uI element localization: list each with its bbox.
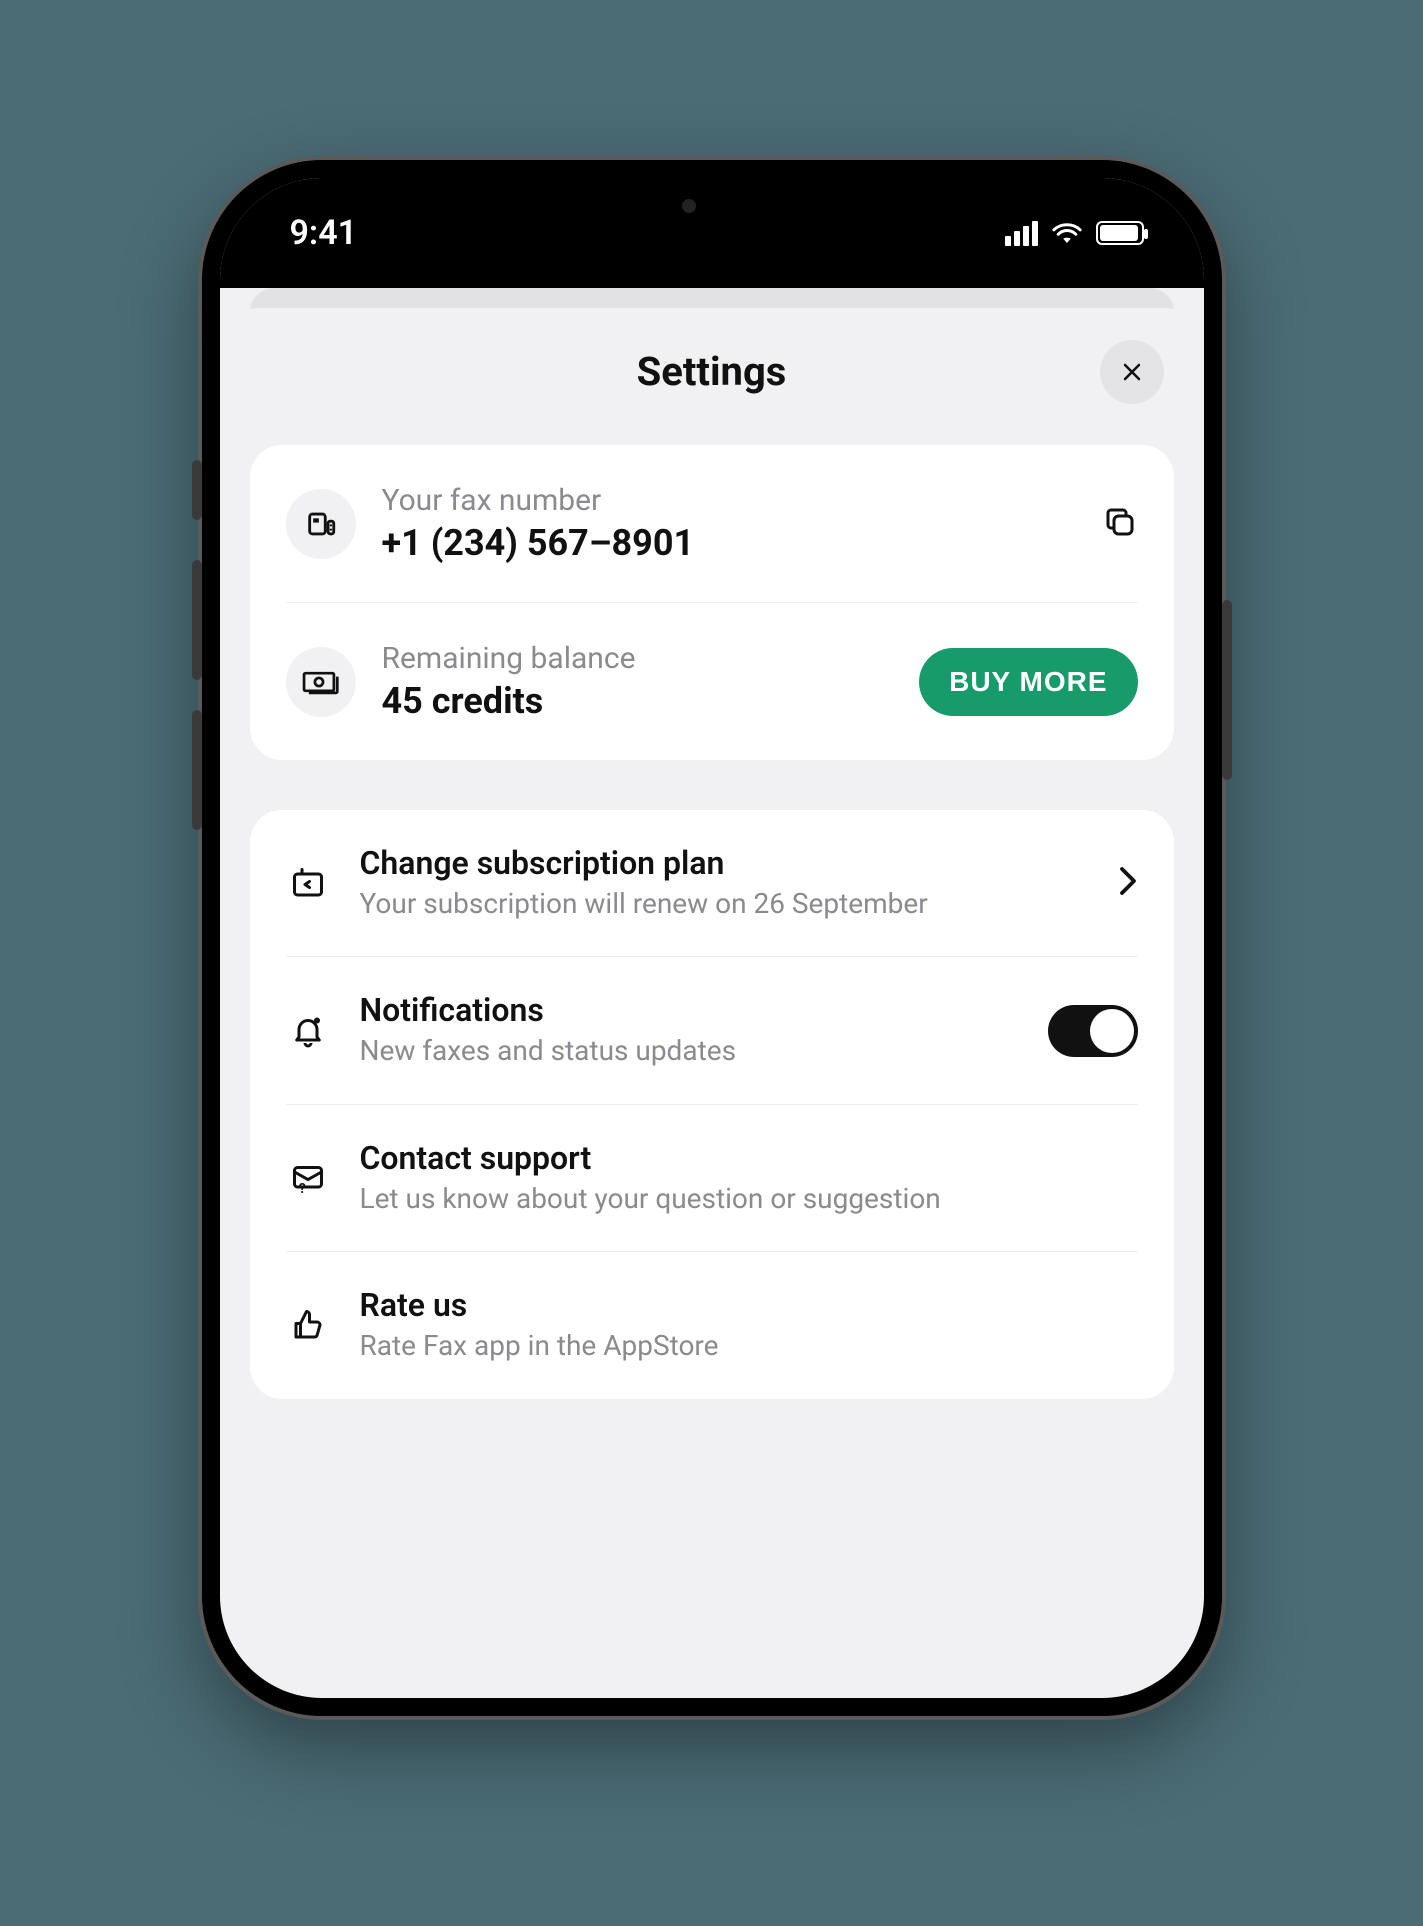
support-row[interactable]: ? Contact support Let us know about your… (286, 1105, 1138, 1252)
phone-frame: 9:41 Settings (202, 160, 1222, 1716)
fax-number-value: +1 (234) 567–8901 (382, 522, 1076, 564)
copy-icon (1102, 504, 1138, 540)
settings-sheet: Settings (220, 308, 1204, 1489)
volume-down-button (192, 710, 202, 830)
support-icon: ? (286, 1160, 330, 1196)
battery-icon (1096, 221, 1144, 245)
balance-label: Remaining balance (382, 641, 894, 676)
cellular-icon (1005, 221, 1038, 246)
chevron-right-icon (1118, 866, 1138, 900)
support-title: Contact support (360, 1139, 1138, 1177)
rate-sub: Rate Fax app in the AppStore (360, 1328, 1138, 1364)
notifications-toggle[interactable] (1048, 1005, 1138, 1057)
subscription-title: Change subscription plan (360, 844, 1088, 882)
status-indicators (1005, 221, 1144, 246)
copy-button[interactable] (1102, 504, 1138, 544)
power-button (1222, 600, 1232, 780)
fax-icon (286, 489, 356, 559)
side-button (192, 460, 202, 520)
thumbs-up-icon (286, 1307, 330, 1343)
close-button[interactable] (1100, 340, 1164, 404)
sheet-header: Settings (220, 308, 1204, 445)
rate-row[interactable]: Rate us Rate Fax app in the AppStore (286, 1252, 1138, 1398)
volume-up-button (192, 560, 202, 680)
support-sub: Let us know about your question or sugge… (360, 1181, 1138, 1217)
balance-value: 45 credits (382, 680, 894, 722)
rate-title: Rate us (360, 1286, 1138, 1324)
screen: 9:41 Settings (220, 178, 1204, 1698)
wifi-icon (1052, 221, 1082, 245)
balance-row: Remaining balance 45 credits BUY MORE (286, 602, 1138, 760)
status-time: 9:41 (290, 213, 358, 253)
svg-text:?: ? (299, 1181, 306, 1196)
notch (562, 178, 862, 233)
notifications-sub: New faxes and status updates (360, 1033, 1018, 1069)
fax-number-label: Your fax number (382, 483, 1076, 518)
money-icon (286, 647, 356, 717)
subscription-sub: Your subscription will renew on 26 Septe… (360, 886, 1088, 922)
notifications-row: Notifications New faxes and status updat… (286, 957, 1138, 1104)
page-title: Settings (637, 348, 787, 395)
subscription-icon (286, 865, 330, 901)
settings-list-card: Change subscription plan Your subscripti… (250, 810, 1174, 1399)
buy-more-button[interactable]: BUY MORE (919, 648, 1137, 716)
account-card: Your fax number +1 (234) 567–8901 (250, 445, 1174, 760)
close-icon (1121, 361, 1143, 383)
subscription-row[interactable]: Change subscription plan Your subscripti… (286, 810, 1138, 957)
fax-number-row: Your fax number +1 (234) 567–8901 (286, 445, 1138, 602)
bell-icon (286, 1013, 330, 1049)
notifications-title: Notifications (360, 991, 1018, 1029)
